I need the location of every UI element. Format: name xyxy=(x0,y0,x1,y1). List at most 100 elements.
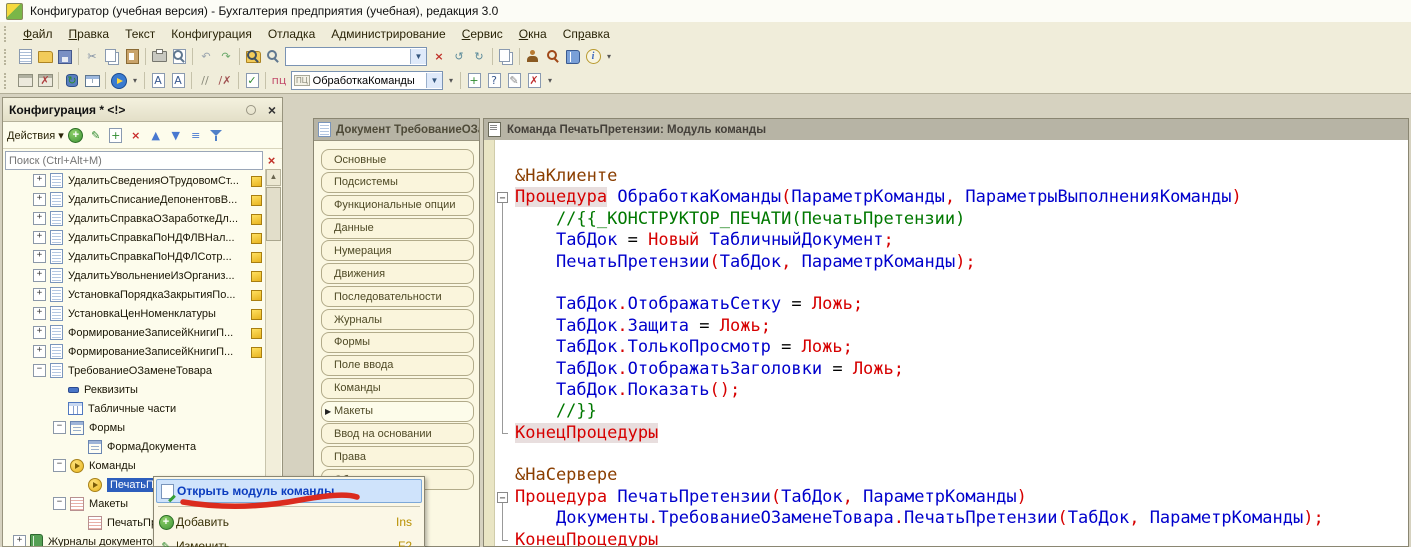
tab-Права[interactable]: Права xyxy=(321,446,474,468)
tab-Нумерация[interactable]: Нумерация xyxy=(321,240,474,262)
print-preview-icon[interactable] xyxy=(170,48,188,65)
tree-row[interactable]: + УдалитьУвольнениеИзОрганиз... xyxy=(3,266,265,285)
redo-icon[interactable]: ↷ xyxy=(217,48,235,65)
expand-icon[interactable]: + xyxy=(33,326,46,339)
collapse-icon[interactable]: − xyxy=(53,497,66,510)
module-window-header[interactable]: Команда ПечатьПретензии: Модуль команды xyxy=(484,119,1408,141)
bookmark-question-icon[interactable]: ? xyxy=(485,72,503,89)
close-window-icon[interactable]: ✗ xyxy=(36,72,54,89)
tree-row[interactable]: Реквизиты xyxy=(3,380,265,399)
tree-row[interactable]: + УдалитьСписаниеДепонентовВ... xyxy=(3,190,265,209)
object-editor-header[interactable]: Документ ТребованиеОЗаменеТовара xyxy=(314,119,479,141)
syntax-help-icon[interactable] xyxy=(564,48,582,65)
expand-icon[interactable]: + xyxy=(33,174,46,187)
bookmark-add-icon[interactable]: + xyxy=(465,72,483,89)
collapse-icon[interactable]: − xyxy=(53,421,66,434)
add-icon[interactable]: + xyxy=(67,127,85,144)
tab-Поле ввода[interactable]: Поле ввода xyxy=(321,354,474,376)
cut-icon[interactable]: ✂ xyxy=(83,48,101,65)
syntax-assistant-icon[interactable] xyxy=(524,48,542,65)
overflow-icon[interactable]: ▾ xyxy=(446,72,456,89)
move-up-icon[interactable]: ▲ xyxy=(147,127,165,144)
db-update-icon[interactable]: ↻ xyxy=(63,72,81,89)
new-file-icon[interactable] xyxy=(16,48,34,65)
tree-row[interactable]: Табличные части xyxy=(3,399,265,418)
tree-row[interactable]: − Команды xyxy=(3,456,265,475)
chevron-down-icon[interactable]: ▼ xyxy=(426,73,442,88)
tree-row[interactable]: + УдалитьСведенияОТрудовомСт... xyxy=(3,171,265,190)
clear-search-icon[interactable]: × xyxy=(263,153,280,168)
sort-icon[interactable]: ≡ xyxy=(187,127,205,144)
tab-Команды[interactable]: Команды xyxy=(321,377,474,399)
template-a-icon[interactable]: А xyxy=(149,72,167,89)
tree-row[interactable]: + ФормированиеЗаписейКнигиП... xyxy=(3,342,265,361)
print-icon[interactable] xyxy=(150,48,168,65)
expand-icon[interactable]: + xyxy=(33,269,46,282)
tab-Подсистемы[interactable]: Подсистемы xyxy=(321,171,474,193)
toolbar-grip[interactable] xyxy=(4,72,11,89)
tab-Ввод на основании[interactable]: Ввод на основании xyxy=(321,423,474,445)
menu-Сервис[interactable]: Сервис xyxy=(454,25,511,43)
window-copy-icon[interactable] xyxy=(497,48,515,65)
overflow-icon[interactable]: ▾ xyxy=(604,48,614,65)
tab-Функциональные опции[interactable]: Функциональные опции xyxy=(321,194,474,216)
menu-Текст[interactable]: Текст xyxy=(117,25,163,43)
tree-row[interactable]: + УдалитьСправкаОЗаработкеДл... xyxy=(3,209,265,228)
tab-Последовательности[interactable]: Последовательности xyxy=(321,286,474,308)
expand-icon[interactable]: + xyxy=(33,231,46,244)
menu-Окна[interactable]: Окна xyxy=(511,25,555,43)
expand-icon[interactable]: + xyxy=(33,212,46,225)
actions-menu-button[interactable]: Действия ▾ xyxy=(7,129,64,142)
toolbar-grip[interactable] xyxy=(4,25,11,42)
context-menu-item-Открыть модуль команды[interactable]: Открыть модуль команды xyxy=(156,479,422,503)
format-window-icon[interactable] xyxy=(16,72,34,89)
tree-row[interactable]: + УдалитьСправкаПоНДФЛСотр... xyxy=(3,247,265,266)
paste-icon[interactable] xyxy=(123,48,141,65)
menu-Отладка[interactable]: Отладка xyxy=(260,25,323,43)
copy-icon[interactable] xyxy=(103,48,121,65)
search-combo-input[interactable] xyxy=(286,49,410,64)
context-menu-item-Добавить[interactable]: + Добавить Ins xyxy=(156,510,422,534)
expand-icon[interactable]: + xyxy=(13,535,26,546)
tab-Макеты[interactable]: ▶ Макеты xyxy=(321,400,474,422)
menu-Файл[interactable]: Файл xyxy=(15,25,61,43)
debug-run-icon[interactable] xyxy=(110,72,128,89)
overflow-icon[interactable]: ▾ xyxy=(545,72,555,89)
close-icon[interactable]: × xyxy=(262,103,282,117)
fold-marker[interactable] xyxy=(495,187,515,210)
menu-Справка[interactable]: Справка xyxy=(555,25,618,43)
template-b-icon[interactable]: А xyxy=(169,72,187,89)
scroll-up-icon[interactable]: ▲ xyxy=(266,169,281,186)
procedure-stamp-icon[interactable]: пц xyxy=(270,72,288,89)
copy-add-icon[interactable]: + xyxy=(107,127,125,144)
tree-row[interactable]: + УстановкаЦенНоменклатуры xyxy=(3,304,265,323)
tab-Данные[interactable]: Данные xyxy=(321,217,474,239)
chevron-down-icon[interactable]: ▼ xyxy=(410,49,426,64)
edit-icon[interactable]: ✎ xyxy=(157,538,175,547)
zoom-icon[interactable] xyxy=(264,48,282,65)
tree-row[interactable]: + ФормированиеЗаписейКнигиП... xyxy=(3,323,265,342)
search-input[interactable] xyxy=(5,151,263,170)
syntax-search-icon[interactable] xyxy=(544,48,562,65)
pin-icon[interactable] xyxy=(245,104,256,115)
delete-icon[interactable]: × xyxy=(127,127,145,144)
tab-Формы[interactable]: Формы xyxy=(321,331,474,353)
tree-row[interactable]: + УстановкаПорядкаЗакрытияПо... xyxy=(3,285,265,304)
syntax-check-icon[interactable]: ✓ xyxy=(243,72,261,89)
scrollbar-thumb[interactable] xyxy=(266,187,281,241)
uncomment-icon[interactable]: /✗ xyxy=(216,72,234,89)
expand-icon[interactable]: + xyxy=(33,193,46,206)
code-editor[interactable]: &НаКлиентеПроцедура ОбработкаКоманды(Пар… xyxy=(484,140,1408,546)
tab-Журналы[interactable]: Журналы xyxy=(321,309,474,331)
tree-row[interactable]: − Формы xyxy=(3,418,265,437)
overflow-icon[interactable]: ▾ xyxy=(130,72,140,89)
expand-icon[interactable]: + xyxy=(33,288,46,301)
comment-icon[interactable]: // xyxy=(196,72,214,89)
clear-search-button[interactable]: × xyxy=(430,48,448,65)
tab-Основные[interactable]: Основные xyxy=(321,149,474,170)
toolbar-grip[interactable] xyxy=(4,48,11,65)
search-next-icon[interactable]: ↻ xyxy=(470,48,488,65)
fold-marker[interactable] xyxy=(495,487,515,509)
collapse-icon[interactable]: − xyxy=(53,459,66,472)
search-combo[interactable]: ▼ xyxy=(285,47,427,66)
